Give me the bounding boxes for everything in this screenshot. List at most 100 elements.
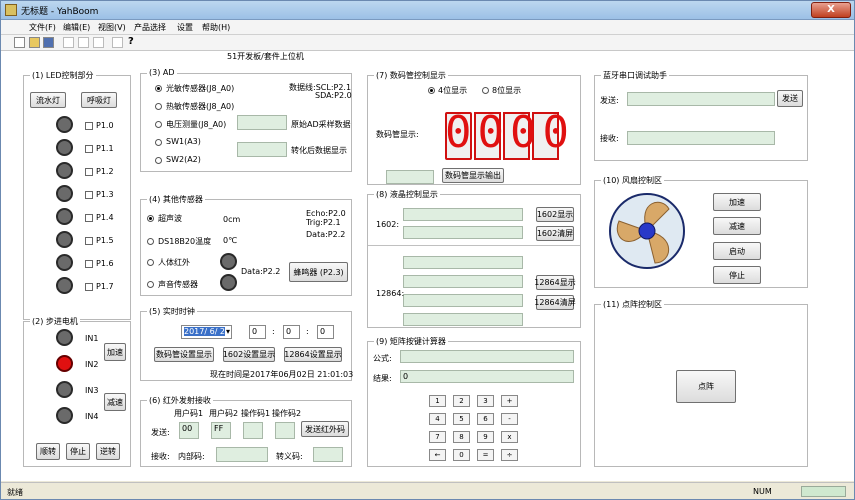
result-field[interactable]: 0 bbox=[400, 370, 574, 383]
calc-key-minus[interactable]: - bbox=[501, 413, 518, 425]
led-checkbox[interactable] bbox=[85, 191, 93, 199]
minute-field[interactable]: 0 bbox=[283, 325, 300, 339]
fan-decelerate-button[interactable]: 减速 bbox=[713, 217, 761, 235]
calc-key-plus[interactable]: + bbox=[501, 395, 518, 407]
sensor-option-radio[interactable] bbox=[147, 238, 154, 245]
seg-output-button[interactable]: 数码管显示输出 bbox=[442, 168, 504, 183]
ad-raw-field[interactable] bbox=[237, 115, 287, 130]
lcd12864-time-display-button[interactable]: 12864设置显示 bbox=[284, 347, 342, 362]
menu-file[interactable]: 文件(F) bbox=[29, 22, 56, 33]
calc-key-1[interactable]: 1 bbox=[429, 395, 446, 407]
buzzer-button[interactable]: 蜂鸣器 (P2.3) bbox=[289, 262, 348, 282]
hour-field[interactable]: 0 bbox=[249, 325, 266, 339]
lcd12864-line3-field[interactable] bbox=[403, 294, 523, 307]
calc-key-3[interactable]: 3 bbox=[477, 395, 494, 407]
fan-accelerate-button[interactable]: 加速 bbox=[713, 193, 761, 211]
fan-stop-button[interactable]: 停止 bbox=[713, 266, 761, 284]
fan-start-button[interactable]: 启动 bbox=[713, 242, 761, 260]
calc-key-6[interactable]: 6 bbox=[477, 413, 494, 425]
second-field[interactable]: 0 bbox=[317, 325, 334, 339]
lcd1602-clear-button[interactable]: 1602清屏 bbox=[536, 226, 574, 241]
ad-option-label: 电压测量(J8_A0) bbox=[166, 120, 227, 129]
bt-send-field[interactable] bbox=[627, 92, 775, 106]
lcd12864-line4-field[interactable] bbox=[403, 313, 523, 326]
menu-edit[interactable]: 编辑(E) bbox=[63, 22, 90, 33]
ir-escape-code-field[interactable] bbox=[313, 447, 343, 462]
calc-key-equals[interactable]: = bbox=[477, 449, 494, 461]
calc-key-0[interactable]: 0 bbox=[453, 449, 470, 461]
stepper-accelerate-button[interactable]: 加速 bbox=[104, 343, 126, 361]
lcd12864-clear-button[interactable]: 12864清屏 bbox=[534, 295, 576, 310]
help-icon[interactable]: ? bbox=[128, 36, 134, 47]
ad-converted-field[interactable] bbox=[237, 142, 287, 157]
calc-key-5[interactable]: 5 bbox=[453, 413, 470, 425]
led-checkbox[interactable] bbox=[85, 260, 93, 268]
seg-8digit-radio[interactable] bbox=[482, 87, 489, 94]
paste-icon[interactable] bbox=[93, 37, 104, 48]
ad-option-radio[interactable] bbox=[155, 121, 162, 128]
calc-key-9[interactable]: 9 bbox=[477, 431, 494, 443]
print-icon[interactable] bbox=[112, 37, 123, 48]
menu-product[interactable]: 产品选择 bbox=[134, 22, 166, 33]
led-checkbox[interactable] bbox=[85, 122, 93, 130]
stepper-stop-button[interactable]: 停止 bbox=[66, 443, 90, 460]
ad-option-radio[interactable] bbox=[155, 103, 162, 110]
menu-help[interactable]: 帮助(H) bbox=[202, 22, 230, 33]
bt-send-button[interactable]: 发送 bbox=[777, 90, 803, 107]
cut-icon[interactable] bbox=[63, 37, 74, 48]
calc-key-4[interactable]: 4 bbox=[429, 413, 446, 425]
lcd1602-show-button[interactable]: 1602显示 bbox=[536, 207, 574, 222]
lcd1602-time-display-button[interactable]: 1602设置显示 bbox=[223, 347, 275, 362]
seg-value-field[interactable] bbox=[386, 170, 434, 184]
calc-key-backspace[interactable]: ← bbox=[429, 449, 446, 461]
led-checkbox[interactable] bbox=[85, 168, 93, 176]
breath-light-button[interactable]: 呼吸灯 bbox=[81, 92, 117, 108]
lcd1602-line1-field[interactable] bbox=[403, 208, 523, 221]
sensor-option-radio[interactable] bbox=[147, 259, 154, 266]
seg-4digit-radio[interactable] bbox=[428, 87, 435, 94]
stepper-forward-button[interactable]: 顺转 bbox=[36, 443, 60, 460]
lcd12864-show-button[interactable]: 12864显示 bbox=[534, 275, 576, 290]
ad-option-radio[interactable] bbox=[155, 139, 162, 146]
bt-receive-field[interactable] bbox=[627, 131, 775, 145]
open-icon[interactable] bbox=[29, 37, 40, 48]
ir-user-code-1[interactable]: 00 bbox=[179, 422, 199, 439]
new-icon[interactable] bbox=[14, 37, 25, 48]
lcd12864-line1-field[interactable] bbox=[403, 256, 523, 269]
ir-op-code-1[interactable] bbox=[243, 422, 263, 439]
led-label: P1.6 bbox=[96, 259, 114, 268]
date-picker[interactable]: 2017/ 6/ 2 ▾ bbox=[181, 325, 232, 339]
lcd1602-line2-field[interactable] bbox=[403, 226, 523, 239]
menu-settings[interactable]: 设置 bbox=[177, 22, 193, 33]
calc-key-8[interactable]: 8 bbox=[453, 431, 470, 443]
ad-raw-label: 原始AD采样数据 bbox=[291, 120, 351, 129]
menu-view[interactable]: 视图(V) bbox=[98, 22, 126, 33]
sensor-option-radio[interactable] bbox=[147, 215, 154, 222]
calc-key-7[interactable]: 7 bbox=[429, 431, 446, 443]
copy-icon[interactable] bbox=[78, 37, 89, 48]
ir-user-code-2[interactable]: FF bbox=[211, 422, 231, 439]
close-button[interactable]: X bbox=[811, 2, 851, 18]
formula-field[interactable] bbox=[400, 350, 574, 363]
led-checkbox[interactable] bbox=[85, 145, 93, 153]
led-checkbox[interactable] bbox=[85, 214, 93, 222]
ir-inner-code-field[interactable] bbox=[216, 447, 268, 462]
calc-key-multiply[interactable]: x bbox=[501, 431, 518, 443]
calc-key-2[interactable]: 2 bbox=[453, 395, 470, 407]
save-icon[interactable] bbox=[43, 37, 54, 48]
stepper-reverse-button[interactable]: 逆转 bbox=[96, 443, 120, 460]
ad-option-radio[interactable] bbox=[155, 157, 162, 164]
sensor-option-label: 人体红外 bbox=[158, 258, 190, 267]
ir-send-button[interactable]: 发送红外码 bbox=[301, 421, 349, 437]
ir-op-code-2[interactable] bbox=[275, 422, 295, 439]
sensor-option-radio[interactable] bbox=[147, 281, 154, 288]
led-checkbox[interactable] bbox=[85, 283, 93, 291]
matrix-button[interactable]: 点阵 bbox=[676, 370, 736, 403]
lcd12864-line2-field[interactable] bbox=[403, 275, 523, 288]
ad-option-radio[interactable] bbox=[155, 85, 162, 92]
calc-key-divide[interactable]: ÷ bbox=[501, 449, 518, 461]
stepper-decelerate-button[interactable]: 减速 bbox=[104, 393, 126, 411]
flow-light-button[interactable]: 流水灯 bbox=[30, 92, 66, 108]
seg-time-display-button[interactable]: 数码管设置显示 bbox=[154, 347, 214, 362]
led-checkbox[interactable] bbox=[85, 237, 93, 245]
